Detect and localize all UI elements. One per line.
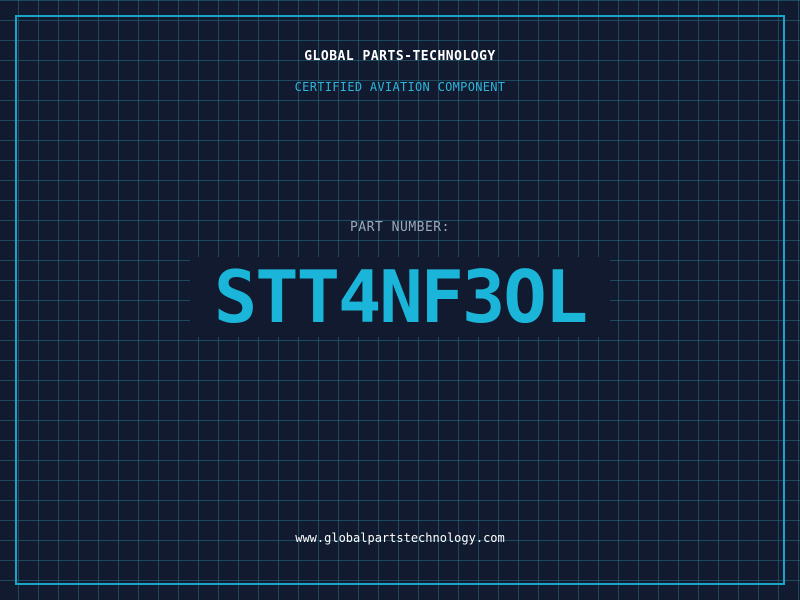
- website-url: www.globalpartstechnology.com: [295, 531, 505, 545]
- certification-tagline: CERTIFIED AVIATION COMPONENT: [294, 80, 506, 94]
- part-number-value: STT4NF3OL: [190, 257, 610, 337]
- company-name: GLOBAL PARTS-TECHNOLOGY: [304, 49, 496, 64]
- part-number-label: PART NUMBER:: [350, 220, 450, 235]
